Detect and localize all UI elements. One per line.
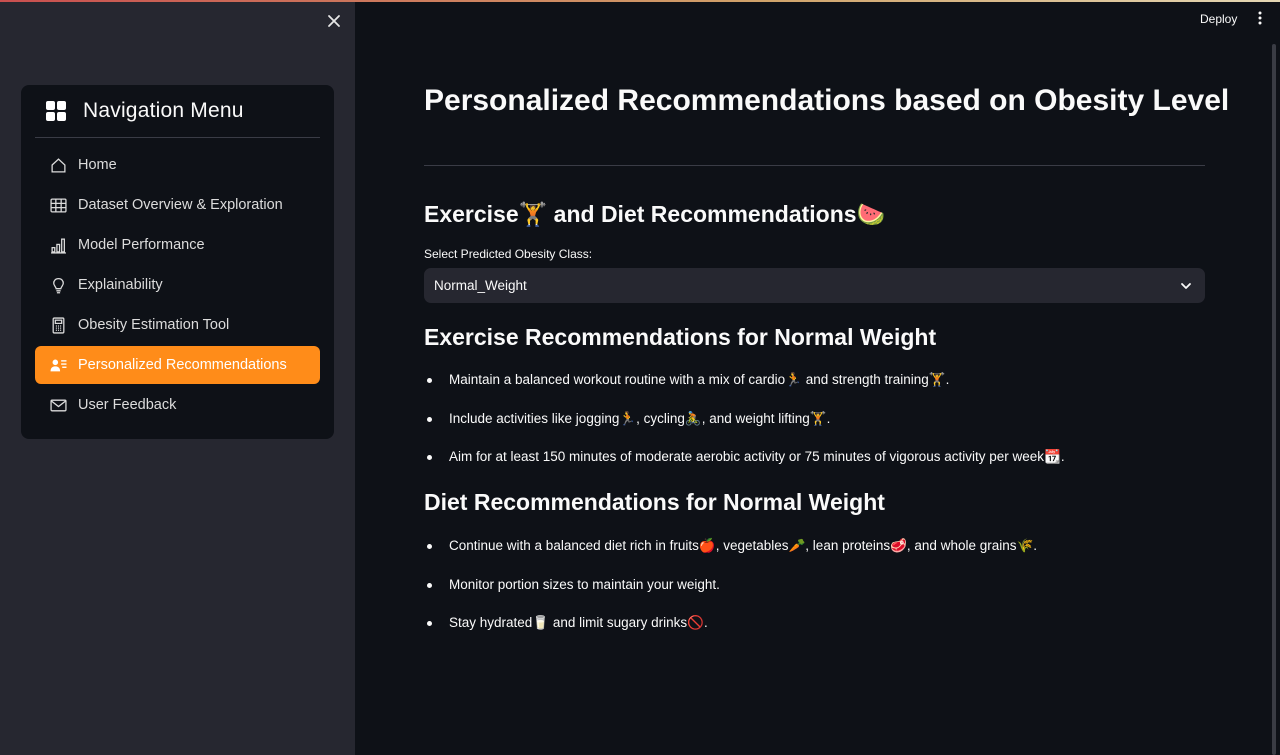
bar-chart-icon <box>49 236 67 254</box>
sidebar-item-label: Personalized Recommendations <box>78 357 287 373</box>
sidebar-item-explainability[interactable]: Explainability <box>35 266 320 304</box>
calculator-icon <box>49 316 67 334</box>
sidebar-item-label: Model Performance <box>78 237 205 253</box>
diet-list: Continue with a balanced diet rich in fr… <box>424 536 1224 652</box>
home-icon <box>49 156 67 174</box>
sidebar-item-dataset-overview[interactable]: Dataset Overview & Exploration <box>35 186 320 224</box>
sidebar-item-label: Dataset Overview & Exploration <box>78 197 283 213</box>
sidebar-item-obesity-estimation-tool[interactable]: Obesity Estimation Tool <box>35 306 320 344</box>
list-item: Maintain a balanced workout routine with… <box>424 370 1224 409</box>
scrollbar[interactable] <box>1272 44 1276 755</box>
divider <box>424 165 1205 166</box>
section-heading: Exercise🏋️ and Diet Recommendations🍉 <box>424 201 886 227</box>
list-item: Stay hydrated🥛 and limit sugary drinks🚫. <box>424 613 1224 652</box>
sidebar: Navigation Menu Home Dataset Overview & … <box>0 0 355 755</box>
sidebar-item-label: User Feedback <box>78 397 177 413</box>
sidebar-item-label: Obesity Estimation Tool <box>78 317 230 333</box>
exercise-list: Maintain a balanced workout routine with… <box>424 370 1224 486</box>
table-icon <box>49 196 67 214</box>
sidebar-item-home[interactable]: Home <box>35 146 320 184</box>
nav-header: Navigation Menu <box>35 85 320 138</box>
select-label: Select Predicted Obesity Class: <box>424 247 593 261</box>
envelope-icon <box>49 396 67 414</box>
select-value: Normal_Weight <box>434 278 527 293</box>
person-lines-icon <box>49 356 67 374</box>
sidebar-item-label: Home <box>78 157 117 173</box>
kebab-menu-icon[interactable] <box>1253 11 1267 31</box>
close-icon[interactable] <box>324 12 344 32</box>
chevron-down-icon <box>1179 279 1193 293</box>
deploy-button[interactable]: Deploy <box>1200 12 1237 30</box>
navigation-menu: Navigation Menu Home Dataset Overview & … <box>21 85 334 439</box>
grid-icon <box>46 101 66 121</box>
list-item: Aim for at least 150 minutes of moderate… <box>424 447 1224 486</box>
exercise-heading: Exercise Recommendations for Normal Weig… <box>424 324 937 350</box>
lightbulb-icon <box>49 276 67 294</box>
obesity-class-select[interactable]: Normal_Weight <box>424 268 1205 303</box>
top-accent-bar <box>0 0 1280 2</box>
nav-title: Navigation Menu <box>83 99 244 122</box>
main-content: Deploy Personalized Recommendations base… <box>355 0 1280 755</box>
list-item: Include activities like jogging🏃, cyclin… <box>424 409 1224 448</box>
sidebar-item-model-performance[interactable]: Model Performance <box>35 226 320 264</box>
page-title: Personalized Recommendations based on Ob… <box>424 84 1230 117</box>
sidebar-item-personalized-recommendations[interactable]: Personalized Recommendations <box>35 346 320 384</box>
sidebar-item-user-feedback[interactable]: User Feedback <box>35 386 320 424</box>
sidebar-item-label: Explainability <box>78 277 163 293</box>
list-item: Monitor portion sizes to maintain your w… <box>424 575 1224 614</box>
list-item: Continue with a balanced diet rich in fr… <box>424 536 1224 575</box>
diet-heading: Diet Recommendations for Normal Weight <box>424 489 885 515</box>
